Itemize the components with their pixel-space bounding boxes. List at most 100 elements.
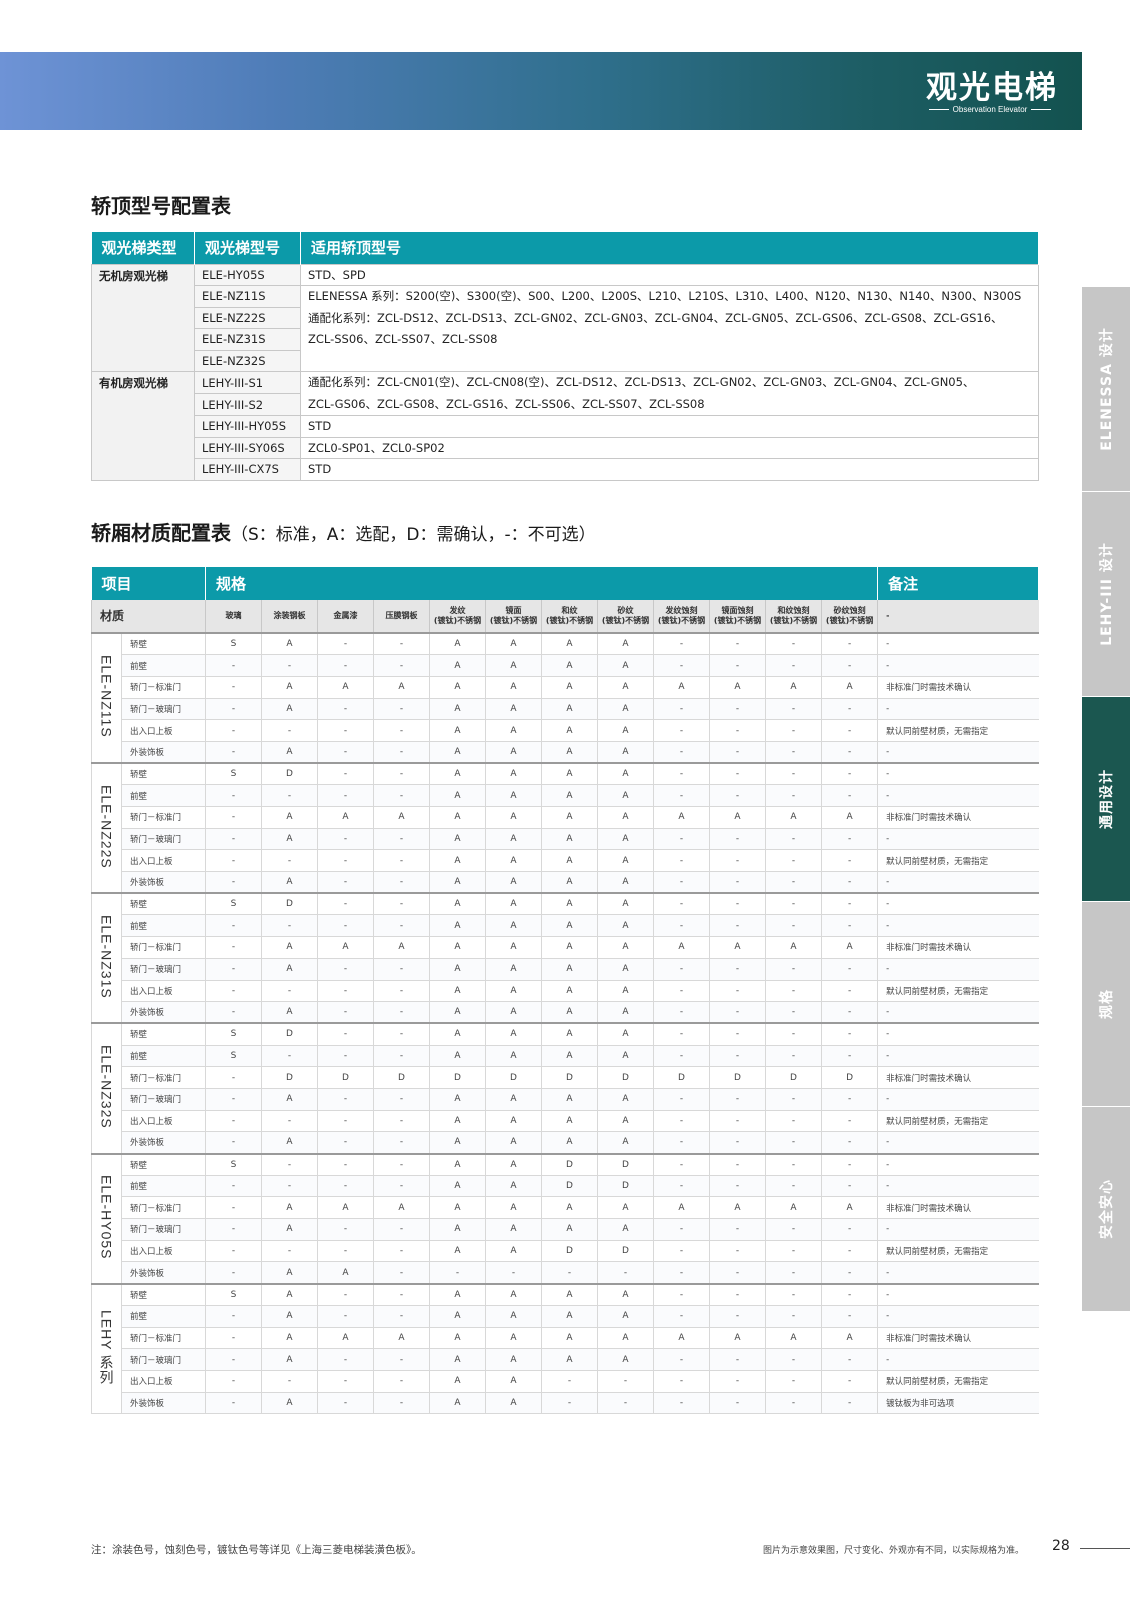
material-cell: A bbox=[653, 936, 710, 959]
footer-note: 注：涂装色号，蚀刻色号，镀钛色号等详见《上海三菱电梯装潢色板》。 bbox=[91, 1544, 422, 1556]
material-cell: A bbox=[485, 980, 542, 1003]
material-cell: A bbox=[485, 1218, 542, 1241]
model-group-text: ELE-HY05S bbox=[98, 1174, 115, 1260]
material-cell: - bbox=[821, 1218, 878, 1241]
table-row: 前壁 - A - - A A A A - - - - - bbox=[92, 1305, 1039, 1328]
material-cell: A bbox=[485, 1175, 542, 1198]
material-cell: - bbox=[653, 1045, 710, 1068]
part-name: 轿门－标准门 bbox=[120, 1327, 206, 1350]
remark-cell: 默认同前壁材质，无需指定 bbox=[877, 719, 1039, 742]
material-cell: - bbox=[821, 1240, 878, 1263]
material-cell: A bbox=[485, 1022, 542, 1046]
material-cell: A bbox=[485, 892, 542, 916]
material-cell: A bbox=[429, 871, 486, 894]
material-cell: A bbox=[429, 1110, 486, 1133]
material-cell: A bbox=[429, 784, 486, 807]
material-cell: - bbox=[373, 1022, 430, 1046]
material-cell: - bbox=[653, 914, 710, 938]
remark-cell: - bbox=[877, 1088, 1039, 1111]
material-cell: - bbox=[765, 849, 822, 873]
material-cell: S bbox=[205, 632, 262, 656]
material-cell: - bbox=[373, 1045, 430, 1068]
elevator-model: ELE-NZ22S bbox=[194, 306, 301, 329]
material-column-header: 镜面 (镀钛)不锈钢 bbox=[485, 600, 542, 633]
material-cell: A bbox=[709, 936, 766, 959]
material-cell: - bbox=[541, 1392, 598, 1415]
material-cell: - bbox=[261, 784, 318, 807]
part-name: 出入口上板 bbox=[120, 980, 206, 1003]
material-cell: - bbox=[261, 980, 318, 1003]
material-cell: - bbox=[653, 958, 710, 981]
material-cell: - bbox=[653, 632, 710, 656]
material-cell: A bbox=[597, 1218, 654, 1241]
material-cell: A bbox=[541, 1088, 598, 1111]
table-row: 外装饰板 - A - - A A A A - - - - - bbox=[92, 1001, 1039, 1024]
model-group-label: ELE-NZ31S bbox=[91, 892, 122, 1024]
material-cell: A bbox=[541, 741, 598, 764]
material-cell: - bbox=[317, 1001, 374, 1024]
material-cell: D bbox=[317, 1066, 374, 1089]
material-cell: - bbox=[373, 1392, 430, 1415]
table-row: 前壁 - - - - A A D D - - - - - bbox=[92, 1175, 1039, 1198]
model-group-text: ELE-NZ32S bbox=[98, 1045, 115, 1129]
material-cell: - bbox=[709, 1240, 766, 1263]
material-cell: - bbox=[653, 719, 710, 742]
side-tab-spec[interactable]: 规格 bbox=[1082, 902, 1130, 1107]
material-cell: A bbox=[429, 1088, 486, 1111]
side-tab-safety[interactable]: 安全安心 bbox=[1082, 1107, 1130, 1312]
material-cell: - bbox=[653, 1110, 710, 1133]
material-cell: A bbox=[429, 892, 486, 916]
side-tab-lehy[interactable]: LEHY-III 设计 bbox=[1082, 492, 1130, 697]
side-tab-general[interactable]: 通用设计 bbox=[1082, 697, 1130, 902]
material-cell: - bbox=[765, 632, 822, 656]
material-cell: - bbox=[709, 1282, 766, 1306]
material-cell: A bbox=[821, 1196, 878, 1220]
material-cell: - bbox=[205, 1088, 262, 1111]
material-cell: - bbox=[765, 741, 822, 764]
material-cell: - bbox=[261, 719, 318, 742]
material-cell: S bbox=[205, 1152, 262, 1176]
material-cell: A bbox=[541, 762, 598, 786]
part-name: 轿门－标准门 bbox=[120, 1196, 206, 1220]
table-row: 前壁 - - - - A A A A - - - - - bbox=[92, 914, 1039, 938]
material-cell: A bbox=[373, 806, 430, 829]
material-cell: - bbox=[765, 1305, 822, 1328]
material-cell: A bbox=[261, 1327, 318, 1350]
material-cell: A bbox=[597, 936, 654, 959]
table-row: 轿门－标准门 - A A A A A A A A A A A 非标准门时需技术确认 bbox=[92, 676, 1039, 699]
material-cell: A bbox=[597, 1022, 654, 1046]
material-cell: - bbox=[653, 762, 710, 786]
material-cell: A bbox=[541, 654, 598, 677]
material-cell: - bbox=[821, 632, 878, 656]
side-tab-elenessa[interactable]: ELENESSA 设计 bbox=[1082, 287, 1130, 492]
material-cell: A bbox=[485, 676, 542, 699]
material-cell: - bbox=[765, 914, 822, 938]
side-tab-label: 安全安心 bbox=[1099, 1179, 1115, 1239]
material-cell: D bbox=[429, 1066, 486, 1089]
material-cell: A bbox=[429, 654, 486, 677]
material-cell: - bbox=[653, 1370, 710, 1393]
material-cell: A bbox=[429, 632, 486, 656]
material-cell: A bbox=[261, 936, 318, 959]
table-row: 外装饰板 - A - - A A A A - - - - - bbox=[92, 1131, 1039, 1154]
material-cell: - bbox=[205, 1370, 262, 1393]
material-cell: A bbox=[485, 632, 542, 656]
remark-cell: 非标准门时需技术确认 bbox=[877, 1327, 1039, 1350]
material-cell: - bbox=[653, 1392, 710, 1415]
material-cell: - bbox=[597, 1370, 654, 1393]
material-cell: A bbox=[821, 936, 878, 959]
material-cell: A bbox=[541, 1131, 598, 1154]
remark-cell: - bbox=[877, 632, 1039, 656]
model-group-label: LEHY 系列 bbox=[91, 1282, 122, 1415]
material-cell: - bbox=[821, 1348, 878, 1371]
material-cell: - bbox=[205, 784, 262, 807]
material-cell: - bbox=[709, 1305, 766, 1328]
material-cell: A bbox=[429, 936, 486, 959]
material-cell: - bbox=[709, 1131, 766, 1154]
material-cell: A bbox=[597, 871, 654, 894]
table-row: 外装饰板 - A - - A A - - - - - - 镀钛板为非可选项 bbox=[92, 1392, 1039, 1415]
material-cell: - bbox=[261, 849, 318, 873]
table-header-item: 项目 bbox=[91, 567, 207, 600]
material-cell: A bbox=[261, 806, 318, 829]
table-row: 出入口上板 - - - - A A A A - - - - 默认同前壁材质，无需指定 bbox=[92, 1110, 1039, 1133]
